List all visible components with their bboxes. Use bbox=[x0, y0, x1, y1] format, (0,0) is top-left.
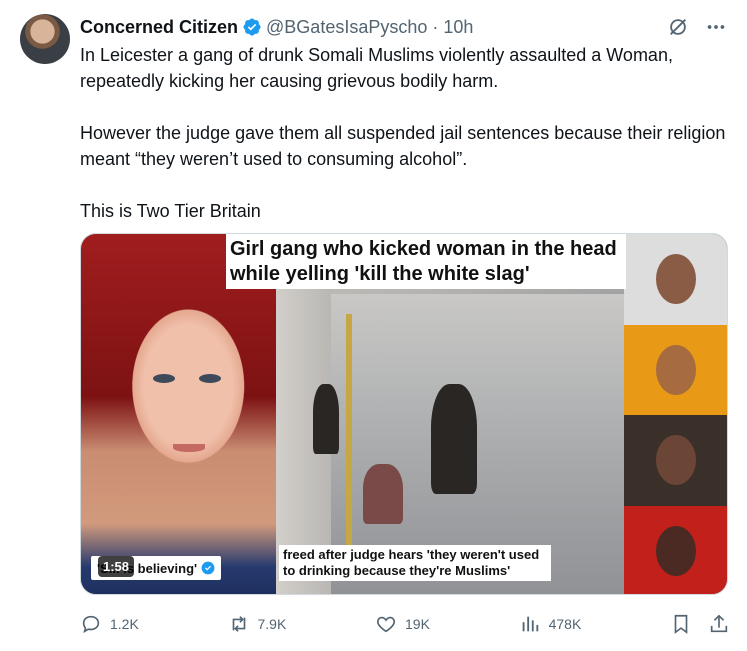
avatar[interactable] bbox=[20, 14, 70, 64]
repost-icon bbox=[232, 616, 245, 632]
video-player[interactable]: Girl gang who kicked woman in the head w… bbox=[80, 233, 728, 595]
video-duration: 1:58 bbox=[98, 556, 135, 577]
repost-count: 7.9K bbox=[257, 616, 287, 632]
mouth bbox=[173, 444, 205, 452]
figure bbox=[431, 384, 477, 494]
video-headline: Girl gang who kicked woman in the head w… bbox=[226, 234, 626, 289]
more-options-icon[interactable] bbox=[705, 16, 727, 38]
eye bbox=[153, 374, 175, 383]
portrait-3 bbox=[624, 415, 727, 506]
bookmark-icon[interactable] bbox=[670, 613, 692, 635]
tweet-header: Concerned Citizen @BGatesIsaPyscho · 10h bbox=[80, 15, 473, 39]
grok-icon[interactable] bbox=[667, 16, 689, 38]
like-count: 19K bbox=[405, 616, 430, 632]
tweet: Concerned Citizen @BGatesIsaPyscho · 10h… bbox=[0, 0, 747, 651]
display-name[interactable]: Concerned Citizen bbox=[80, 17, 238, 38]
reply-icon bbox=[82, 615, 100, 634]
video-caption: freed after judge hears 'they weren't us… bbox=[279, 545, 551, 581]
portrait-face bbox=[656, 435, 696, 485]
like-button[interactable]: 19K bbox=[375, 613, 430, 635]
portrait-1 bbox=[624, 234, 727, 325]
side-portraits bbox=[624, 234, 727, 594]
views-count: 478K bbox=[548, 616, 582, 632]
reply-button[interactable]: 1.2K bbox=[80, 613, 139, 635]
views-button[interactable]: 478K bbox=[519, 613, 582, 635]
analytics-icon bbox=[522, 616, 538, 632]
action-bar: 1.2K 7.9K 19K 478K bbox=[80, 610, 730, 638]
heart-icon bbox=[377, 616, 395, 633]
figure bbox=[363, 464, 403, 524]
tweet-text: In Leicester a gang of drunk Somali Musl… bbox=[80, 42, 730, 224]
handle[interactable]: @BGatesIsaPyscho bbox=[266, 17, 427, 38]
reply-count: 1.2K bbox=[110, 616, 139, 632]
timestamp[interactable]: 10h bbox=[443, 17, 473, 38]
portrait-4 bbox=[624, 505, 727, 594]
portrait-face bbox=[656, 344, 696, 395]
verified-badge-icon bbox=[243, 18, 261, 36]
share-icon[interactable] bbox=[708, 613, 730, 635]
street-pole bbox=[346, 314, 352, 574]
portrait-face bbox=[656, 525, 696, 576]
tweet-paragraph: In Leicester a gang of drunk Somali Musl… bbox=[80, 45, 673, 91]
tweet-paragraph: However the judge gave them all suspende… bbox=[80, 123, 726, 169]
verified-badge-icon bbox=[201, 561, 215, 575]
figure bbox=[313, 384, 339, 454]
secondary-actions bbox=[670, 613, 730, 635]
portrait-face bbox=[656, 254, 696, 304]
tweet-paragraph: This is Two Tier Britain bbox=[80, 201, 261, 221]
repost-button[interactable]: 7.9K bbox=[228, 613, 287, 635]
top-actions bbox=[667, 16, 727, 38]
separator-dot: · bbox=[432, 16, 439, 37]
eye bbox=[199, 374, 221, 383]
portrait-2 bbox=[624, 324, 727, 415]
